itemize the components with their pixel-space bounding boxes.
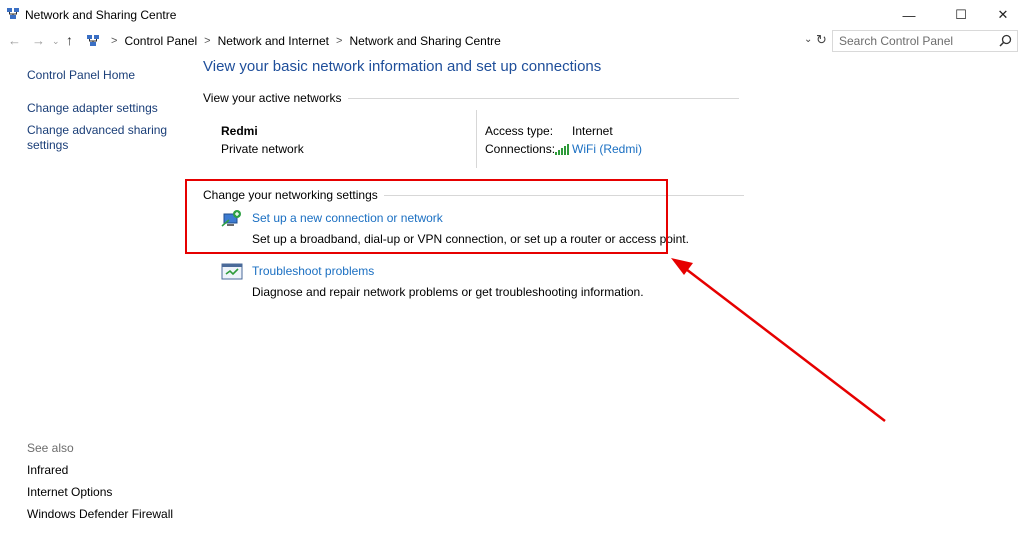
network-divider: [476, 110, 477, 168]
refresh-icon[interactable]: ↻: [816, 32, 827, 48]
minimize-icon: —: [902, 7, 916, 23]
breadcrumb-network-and-internet[interactable]: Network and Internet: [218, 34, 329, 48]
access-type-value: Internet: [572, 124, 613, 138]
annotation-highlight-box: [185, 179, 668, 254]
section-divider: [347, 97, 739, 99]
network-category: Private network: [221, 142, 304, 156]
breadcrumb-network-sharing-centre[interactable]: Network and Sharing Centre: [349, 34, 500, 48]
main-content: View your basic network information and …: [203, 52, 1024, 539]
troubleshoot-icon: [221, 263, 243, 280]
network-sharing-icon: [87, 35, 99, 46]
address-dropdown-icon[interactable]: ⌄: [804, 34, 812, 45]
sidebar-item-change-advanced-sharing-settings[interactable]: Change advanced sharing settings: [27, 123, 177, 153]
left-pane: Control Panel Home Change adapter settin…: [0, 52, 190, 539]
active-networks-section: View your active networks: [203, 91, 739, 105]
recent-locations-button[interactable]: ⌄: [52, 36, 60, 47]
active-networks-title: View your active networks: [203, 91, 342, 105]
close-button[interactable]: ✕: [980, 0, 1024, 30]
troubleshoot-problems-link[interactable]: Troubleshoot problems: [252, 264, 374, 278]
see-also-item-infrared[interactable]: Infrared: [27, 463, 68, 478]
access-type-label: Access type:: [485, 124, 554, 138]
search-icon[interactable]: [999, 34, 1012, 47]
search-input[interactable]: [833, 31, 993, 51]
forward-button[interactable]: →: [32, 33, 45, 48]
see-also-heading: See also: [27, 441, 74, 455]
search-box[interactable]: [832, 30, 1018, 52]
breadcrumb-separator[interactable]: >: [336, 35, 342, 47]
up-button[interactable]: ↑: [66, 32, 73, 48]
see-also-item-windows-defender-firewall[interactable]: Windows Defender Firewall: [27, 507, 173, 522]
maximize-button[interactable]: ☐: [938, 0, 984, 30]
minimize-button[interactable]: —: [886, 0, 932, 30]
maximize-icon: ☐: [955, 7, 967, 22]
connections-label: Connections:: [485, 142, 556, 156]
title-bar: Network and Sharing Centre — ☐ ✕: [0, 0, 1024, 30]
connection-link-wifi[interactable]: WiFi (Redmi): [572, 142, 642, 156]
troubleshoot-problems-description: Diagnose and repair network problems or …: [252, 285, 644, 299]
sidebar-item-control-panel-home[interactable]: Control Panel Home: [27, 68, 135, 83]
network-sharing-icon: [7, 8, 19, 19]
breadcrumb-separator[interactable]: >: [111, 35, 117, 47]
address-bar-row: ← → ⌄ ↑ > Control Panel > Network and In…: [0, 30, 1024, 52]
breadcrumb: > Control Panel > Network and Internet >…: [104, 34, 501, 48]
breadcrumb-separator[interactable]: >: [204, 35, 210, 47]
sidebar-item-change-adapter-settings[interactable]: Change adapter settings: [27, 101, 158, 116]
wifi-signal-icon: [555, 144, 569, 155]
close-icon: ✕: [997, 7, 1009, 22]
back-button[interactable]: ←: [8, 33, 21, 48]
breadcrumb-control-panel[interactable]: Control Panel: [124, 34, 197, 48]
see-also-item-internet-options[interactable]: Internet Options: [27, 485, 112, 500]
page-title: View your basic network information and …: [203, 58, 602, 75]
network-name: Redmi: [221, 124, 258, 138]
window-title: Network and Sharing Centre: [25, 8, 177, 22]
